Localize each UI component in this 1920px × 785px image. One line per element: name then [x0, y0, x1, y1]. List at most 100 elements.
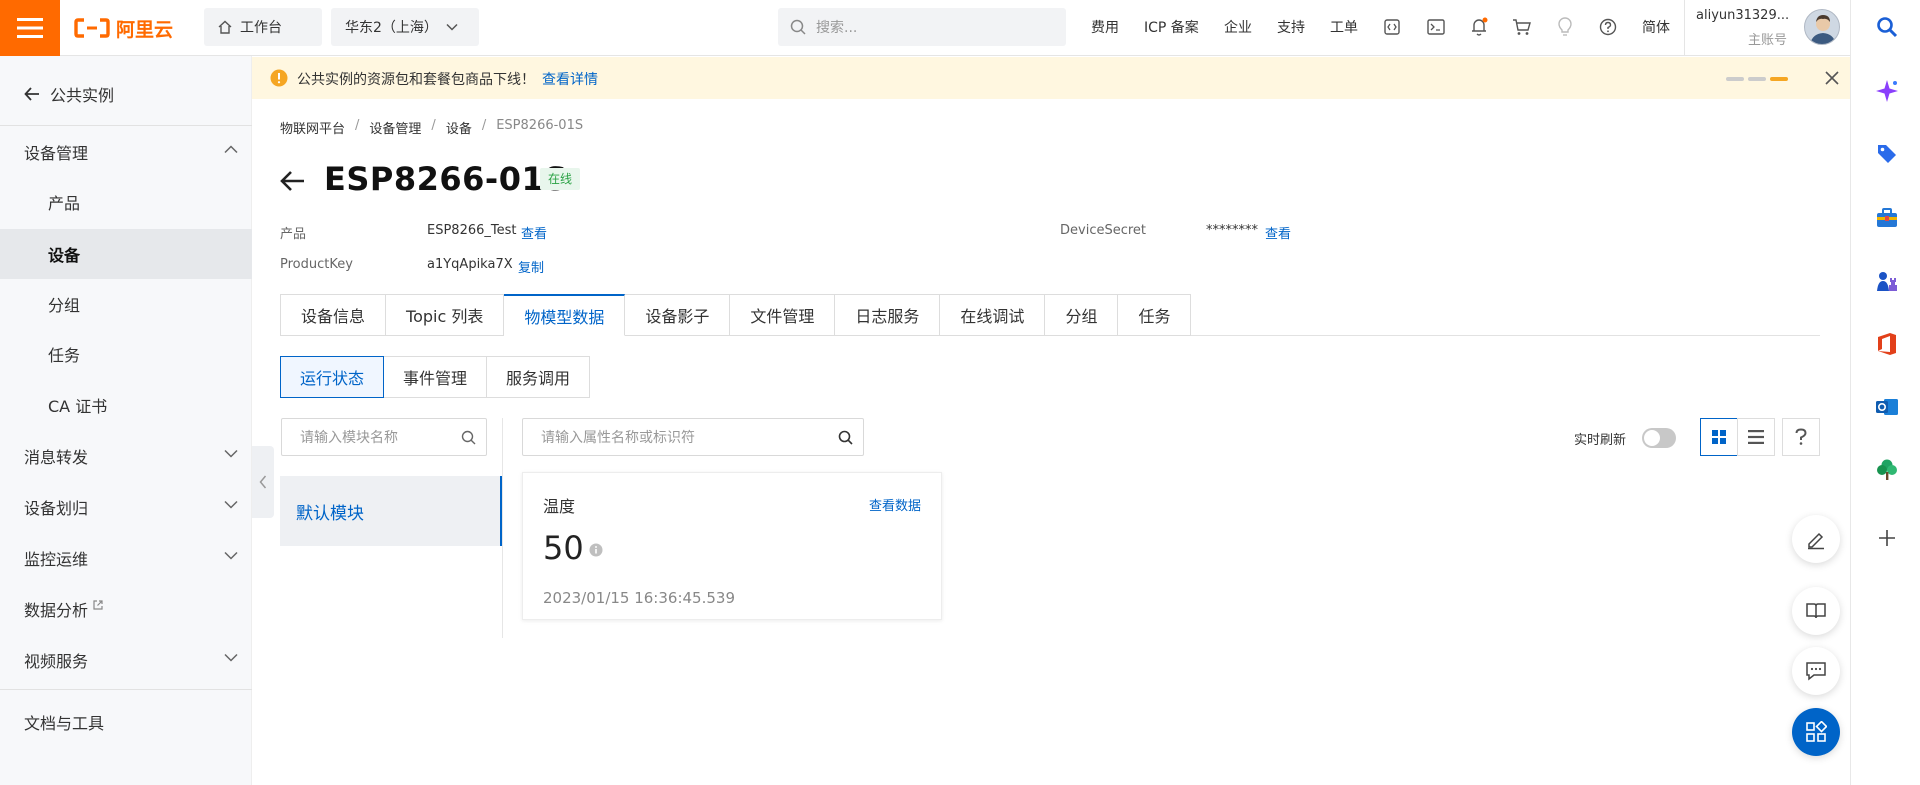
terminal-icon[interactable] [1425, 16, 1447, 38]
cart-icon[interactable] [1511, 16, 1533, 38]
grid-view-button[interactable] [1700, 418, 1738, 456]
view-data-link[interactable]: 查看数据 [869, 495, 921, 514]
search-icon [790, 19, 806, 35]
sidebar-item-message-forwarding[interactable]: 消息转发 [0, 432, 252, 480]
games-chess-icon[interactable] [1874, 268, 1900, 294]
subtab-event-management[interactable]: 事件管理 [384, 356, 488, 398]
search-icon[interactable] [1874, 14, 1900, 40]
breadcrumb-device[interactable]: 设备 [446, 118, 472, 137]
office-icon[interactable] [1874, 331, 1900, 357]
nav-link-support[interactable]: 支持 [1277, 17, 1305, 37]
bell-icon[interactable] [1468, 16, 1490, 38]
chevron-down-icon [224, 500, 238, 509]
chevron-up-icon [224, 145, 238, 154]
chevron-down-icon [446, 23, 458, 31]
menu-button[interactable] [0, 0, 60, 56]
docs-button[interactable] [1792, 587, 1840, 635]
sidebar-collapse-handle[interactable] [252, 446, 274, 518]
breadcrumb-device-management[interactable]: 设备管理 [369, 118, 421, 137]
code-icon[interactable] [1381, 16, 1403, 38]
sidebar-item-task[interactable]: 任务 [0, 330, 252, 378]
grid-icon [1712, 430, 1726, 444]
notice-detail-link[interactable]: 查看详情 [542, 69, 598, 89]
tab-group[interactable]: 分组 [1045, 294, 1119, 336]
account-name[interactable]: aliyun31329... [1696, 8, 1789, 23]
tab-file-management[interactable]: 文件管理 [730, 294, 836, 336]
pager-dot[interactable] [1726, 77, 1744, 81]
account-role: 主账号 [1748, 33, 1788, 48]
avatar[interactable] [1804, 9, 1840, 45]
back-to-public-instance[interactable]: 公共实例 [24, 82, 114, 106]
productkey-copy-link[interactable]: 复制 [518, 257, 544, 276]
pager-dot-active[interactable] [1770, 77, 1788, 81]
add-icon[interactable] [1874, 525, 1900, 551]
property-search-input[interactable]: 请输入属性名称或标识符 [522, 418, 864, 456]
notice-pager[interactable] [1726, 77, 1788, 81]
realtime-refresh-toggle[interactable] [1642, 428, 1676, 448]
property-timestamp: 2023/01/15 16:36:45.539 [543, 589, 735, 607]
breadcrumb-iot-platform[interactable]: 物联网平台 [280, 118, 345, 137]
module-search-input[interactable]: 请输入模块名称 [281, 418, 487, 456]
nav-link-fees[interactable]: 费用 [1091, 17, 1119, 37]
product-view-link[interactable]: 查看 [521, 223, 547, 242]
sidebar-item-ca-cert[interactable]: CA 证书 [0, 381, 252, 429]
sidebar-item-device-assignment[interactable]: 设备划归 [0, 483, 252, 531]
lightbulb-icon[interactable] [1554, 16, 1576, 38]
sidebar-item-group[interactable]: 分组 [0, 280, 252, 328]
device-tabs: 设备信息 Topic 列表 物模型数据 设备影子 文件管理 日志服务 在线调试 … [280, 294, 1192, 336]
tab-task[interactable]: 任务 [1118, 294, 1192, 336]
sidebar-item-device[interactable]: 设备 [0, 229, 252, 279]
language-switch[interactable]: 简体 [1642, 17, 1670, 37]
home-icon [218, 20, 232, 34]
tab-device-info[interactable]: 设备信息 [280, 294, 387, 336]
chat-button[interactable] [1792, 647, 1840, 695]
sidebar-item-video-service[interactable]: 视频服务 [0, 636, 252, 684]
back-arrow-icon[interactable] [280, 170, 306, 192]
nav-link-ticket[interactable]: 工单 [1330, 17, 1358, 37]
breadcrumb-current: ESP8266-01S [496, 118, 584, 133]
tab-thing-model-data[interactable]: 物模型数据 [504, 294, 626, 336]
region-selector[interactable]: 华东2（上海） [331, 8, 479, 46]
sidebar-item-device-management[interactable]: 设备管理 [0, 128, 252, 176]
toolbox-icon[interactable] [1874, 205, 1900, 231]
nav-link-enterprise[interactable]: 企业 [1224, 17, 1252, 37]
tree-icon[interactable] [1874, 457, 1900, 483]
devicesecret-view-link[interactable]: 查看 [1265, 223, 1291, 242]
list-view-button[interactable] [1737, 418, 1775, 456]
devicesecret-label: DeviceSecret [1060, 223, 1147, 238]
info-icon[interactable] [589, 543, 603, 557]
outlook-icon[interactable] [1874, 394, 1900, 420]
global-search-input[interactable]: 搜索... [778, 8, 1066, 46]
tag-icon[interactable] [1874, 141, 1900, 167]
realtime-refresh-label: 实时刷新 [1574, 433, 1627, 448]
sidebar-item-product[interactable]: 产品 [0, 178, 252, 226]
subtab-running-status[interactable]: 运行状态 [280, 356, 385, 398]
feedback-edit-button[interactable] [1792, 515, 1840, 563]
logo-text: 阿里云 [116, 18, 174, 41]
page-title: ESP8266-01S [324, 160, 568, 198]
nav-link-icp[interactable]: ICP 备案 [1144, 17, 1199, 37]
copilot-sparkle-icon[interactable] [1874, 78, 1900, 104]
tab-device-shadow[interactable]: 设备影子 [625, 294, 731, 336]
sidebar-item-monitoring[interactable]: 监控运维 [0, 534, 252, 582]
property-card: 温度 查看数据 50 2023/01/15 16:36:45.539 [522, 472, 942, 620]
workbench-button[interactable]: 工作台 [204, 8, 322, 46]
close-icon[interactable] [1824, 70, 1840, 86]
devicesecret-value: ******** [1206, 223, 1258, 238]
tab-topic-list[interactable]: Topic 列表 [386, 294, 505, 336]
help-icon[interactable] [1597, 16, 1619, 38]
arrow-left-icon [24, 87, 39, 101]
breadcrumb: 物联网平台 / 设备管理 / 设备 / ESP8266-01S [280, 118, 583, 137]
sidebar-item-data-analysis[interactable]: 数据分析 [0, 585, 252, 633]
tab-online-debug[interactable]: 在线调试 [940, 294, 1046, 336]
sidebar-item-label: 产品 [48, 194, 81, 213]
tab-log-service[interactable]: 日志服务 [835, 294, 941, 336]
module-item-default[interactable]: 默认模块 [280, 476, 502, 546]
aliyun-logo[interactable]: 阿里云 [74, 14, 173, 42]
help-button[interactable] [1782, 418, 1820, 456]
sidebar-item-docs-tools[interactable]: 文档与工具 [0, 698, 252, 746]
pager-dot[interactable] [1748, 77, 1766, 81]
module-search-placeholder: 请输入模块名称 [300, 430, 398, 446]
subtab-service-call[interactable]: 服务调用 [487, 356, 591, 398]
apps-button[interactable] [1792, 708, 1840, 756]
